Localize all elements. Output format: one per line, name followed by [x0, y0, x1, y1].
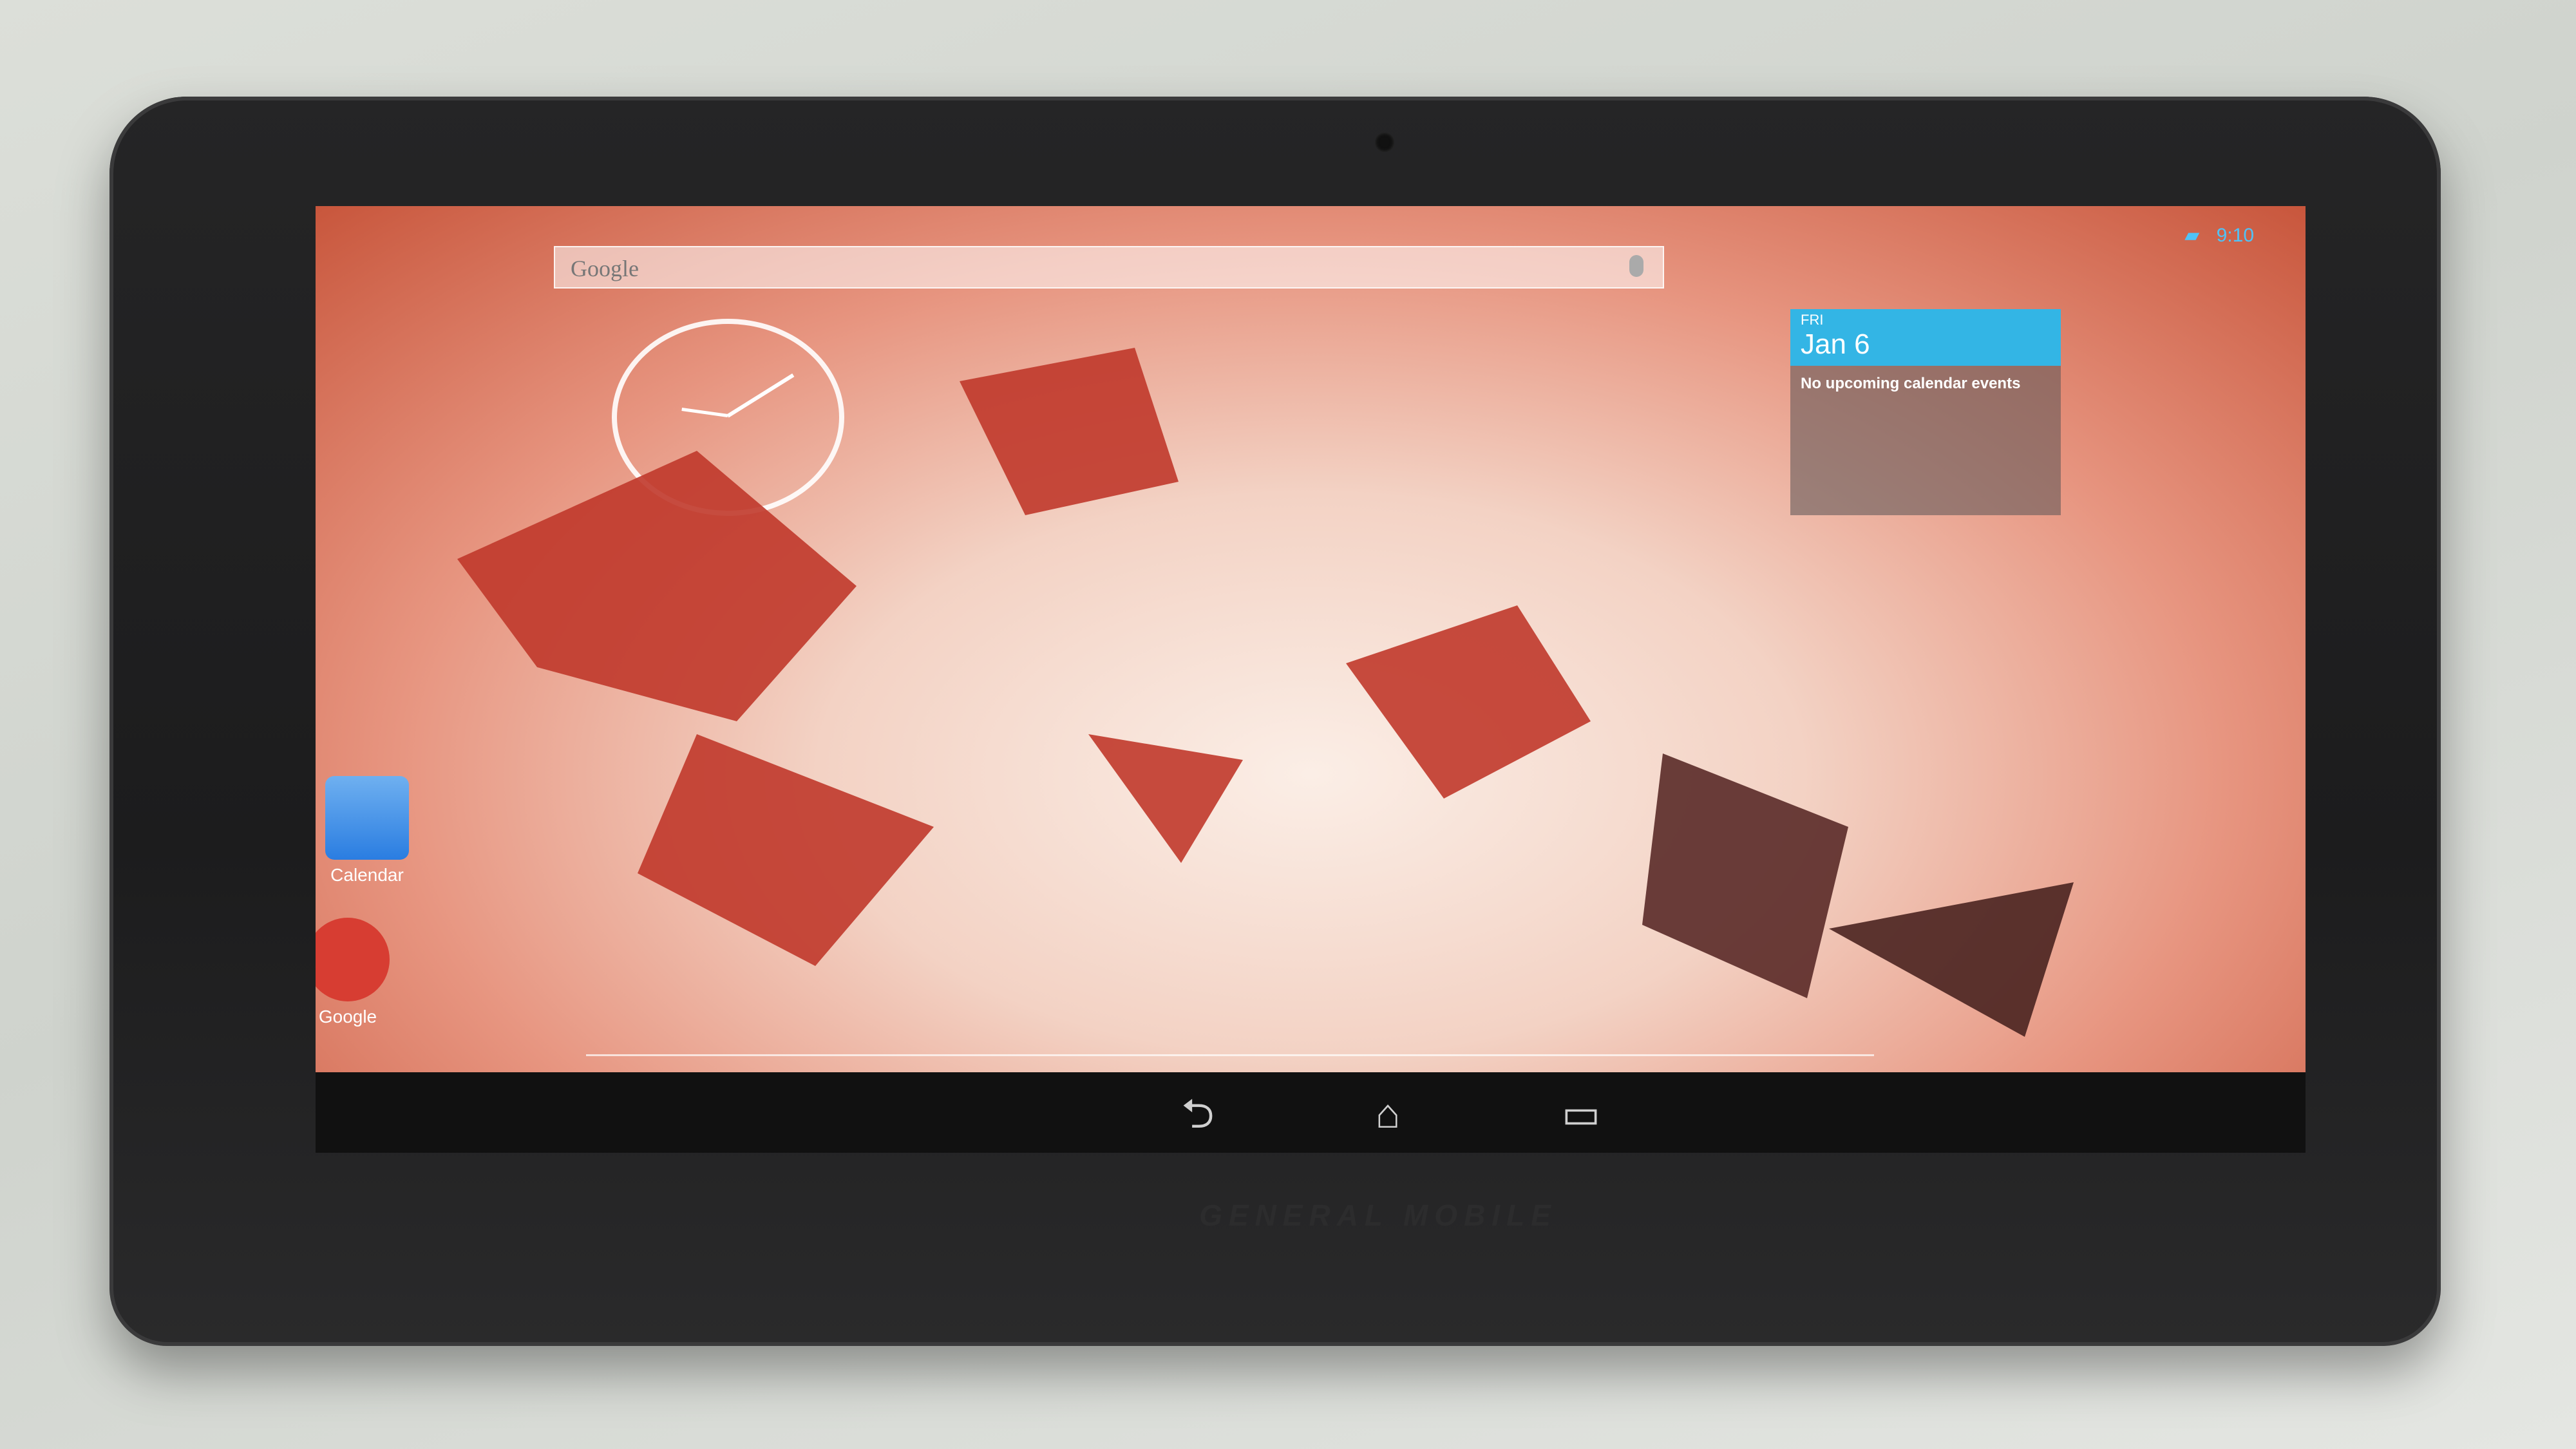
google-plus-icon: [316, 918, 390, 1001]
calendar-date: Jan 6: [1801, 328, 1870, 360]
wallpaper-shard: [960, 348, 1179, 515]
wallpaper-shard: [1346, 605, 1591, 799]
android-home-screen: ▰ 9:10 Google FRI Jan 6 No upcoming cale…: [316, 206, 2306, 1153]
calendar-widget-header: FRI Jan 6: [1790, 309, 2061, 366]
google-app-label: Google: [318, 1007, 377, 1027]
wallpaper-shard: [1642, 753, 1848, 998]
hour-hand: [681, 408, 728, 417]
calendar-message: No upcoming calendar events: [1801, 375, 2021, 392]
wallpaper-shard: [638, 734, 934, 966]
front-camera: [1375, 133, 1394, 152]
home-button[interactable]: ⌂: [1349, 1088, 1426, 1139]
calendar-icon: [325, 776, 409, 860]
calendar-day: FRI: [1801, 312, 1824, 328]
status-bar: ▰ 9:10: [2173, 224, 2254, 247]
recents-button[interactable]: ▭: [1542, 1088, 1620, 1139]
time: 9:10: [2216, 225, 2254, 246]
minute-hand: [726, 373, 795, 418]
calendar-app-label: Calendar: [330, 865, 404, 885]
wallpaper-shard: [1088, 734, 1243, 863]
search-label: Google: [571, 256, 639, 281]
dock-divider: [586, 1054, 1874, 1056]
mic-icon[interactable]: [1629, 255, 1643, 277]
wallpaper-shard: [1829, 882, 2074, 1037]
navigation-bar: ⮌ ⌂ ▭: [316, 1072, 2306, 1153]
tablet-device: GENERAL MOBILE ▰ 9:10 Google FRI Jan 6 N…: [109, 97, 2441, 1346]
google-search-bar[interactable]: Google: [554, 246, 1664, 289]
calendar-app-icon[interactable]: Calendar: [316, 776, 419, 886]
wifi-icon: ▰: [2184, 225, 2200, 246]
calendar-widget[interactable]: FRI Jan 6 No upcoming calendar events: [1790, 309, 2061, 515]
google-plus-app-icon[interactable]: Google: [316, 918, 399, 1027]
brand-logo: GENERAL MOBILE: [1199, 1198, 1557, 1232]
back-button[interactable]: ⮌: [1159, 1088, 1236, 1139]
